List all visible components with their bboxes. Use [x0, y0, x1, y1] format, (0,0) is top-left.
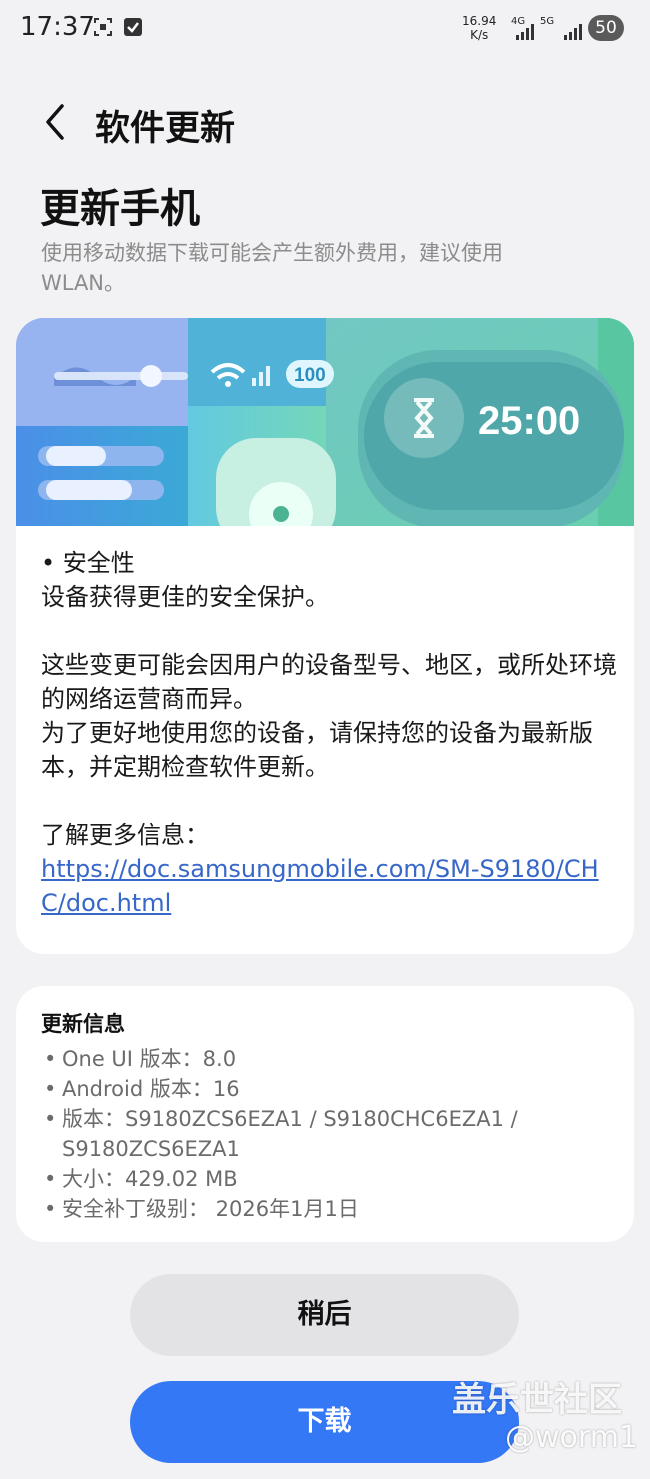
- bullet-security: • 安全性: [41, 549, 135, 577]
- status-bar: 17:37 16.94 K/s 4G 5G 50: [0, 0, 650, 58]
- bullet-description: 设备获得更佳的安全保护。: [41, 583, 329, 611]
- watermark-community: 盖乐世社区: [452, 1380, 622, 1420]
- list-item: Android 版本：16: [44, 1074, 604, 1104]
- later-button[interactable]: 稍后: [130, 1274, 519, 1356]
- update-info-title: 更新信息: [41, 1012, 125, 1036]
- disclaimer-paragraph: 这些变更可能会因用户的设备型号、地区，或所处环境的网络运营商而异。: [41, 651, 617, 713]
- list-item: One UI 版本：8.0: [44, 1044, 604, 1074]
- list-item: 安全补丁级别： 2026年1月1日: [44, 1194, 604, 1224]
- signal-icon: [516, 24, 534, 40]
- speed-unit: K/s: [470, 28, 489, 42]
- update-banner-image: 100 25:00: [16, 318, 634, 526]
- more-info-label: 了解更多信息：: [41, 821, 209, 849]
- page-title: 软件更新: [95, 109, 236, 149]
- watermark-user: @worm1: [505, 1420, 639, 1455]
- update-details-card: 100 25:00 • 安全性 设备获得更佳的安全保护。 这些变更可能会因用户的…: [16, 318, 634, 954]
- more-info-link[interactable]: https://doc.samsungmobile.com/SM-S9180/C…: [41, 855, 599, 917]
- network-5g-label: 5G: [540, 16, 555, 27]
- network-speed: 16.94 K/s: [462, 14, 496, 42]
- checkbox-icon: [124, 18, 142, 36]
- update-info-card: 更新信息 One UI 版本：8.0 Android 版本：16 版本：S918…: [16, 986, 634, 1242]
- battery-indicator: 50: [588, 15, 624, 41]
- screenshot-icon: [94, 18, 112, 36]
- list-item: 版本：S9180ZCS6EZA1 / S9180CHC6EZA1 / S9180…: [44, 1104, 604, 1164]
- data-usage-notice: 使用移动数据下载可能会产生额外费用，建议使用WLAN。: [41, 241, 503, 295]
- section-heading: 更新手机: [40, 186, 200, 232]
- signal-icon-2: [564, 24, 582, 40]
- chevron-left-icon[interactable]: [40, 100, 76, 144]
- battery-badge: 100: [294, 365, 326, 386]
- update-info-list: One UI 版本：8.0 Android 版本：16 版本：S9180ZCS6…: [44, 1044, 604, 1224]
- recommendation-paragraph: 为了更好地使用您的设备，请保持您的设备为最新版本，并定期检查软件更新。: [41, 719, 593, 781]
- status-time: 17:37: [20, 12, 95, 42]
- update-description: • 安全性 设备获得更佳的安全保护。 这些变更可能会因用户的设备型号、地区，或所…: [41, 546, 621, 920]
- list-item: 大小：429.02 MB: [44, 1164, 604, 1194]
- speed-value: 16.94: [462, 14, 497, 28]
- timer-text: 25:00: [478, 399, 580, 443]
